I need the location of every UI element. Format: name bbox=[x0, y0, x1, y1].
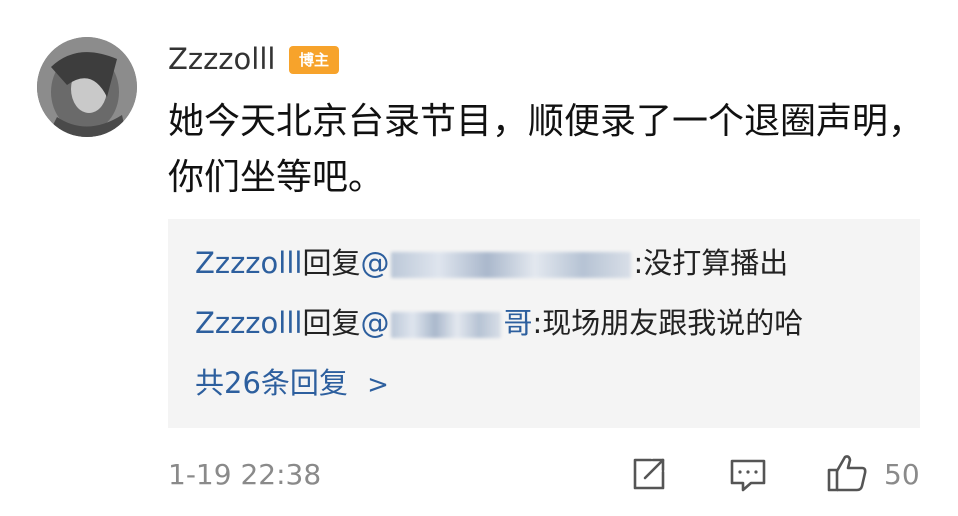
author-badge: 博主 bbox=[289, 46, 339, 74]
reply-text: :没打算播出 bbox=[633, 246, 789, 280]
comment-timestamp: 1-19 22:38 bbox=[168, 458, 322, 491]
reply-author[interactable]: Zzzzolll bbox=[195, 246, 302, 280]
reply-verb: 回复 bbox=[302, 246, 361, 280]
reply-mention-at[interactable]: @ bbox=[360, 306, 389, 340]
blurred-mention bbox=[391, 312, 502, 338]
like-count: 50 bbox=[884, 458, 920, 491]
reply-mention-at[interactable]: @ bbox=[360, 246, 389, 280]
reply-verb: 回复 bbox=[302, 306, 361, 340]
blurred-mention bbox=[391, 252, 632, 278]
comment-username[interactable]: Zzzzolll bbox=[168, 40, 275, 78]
reply-item[interactable]: Zzzzolll回复@ :没打算播出 bbox=[195, 241, 788, 285]
like-icon[interactable] bbox=[826, 453, 868, 497]
chevron-right-icon: > bbox=[367, 370, 389, 400]
comment-content: 她今天北京台录节目，顺便录了一个退圈声明，你们坐等吧。 bbox=[168, 101, 925, 198]
share-icon[interactable] bbox=[631, 456, 667, 496]
reply-mention-suffix[interactable]: 哥 bbox=[503, 306, 532, 340]
more-replies-link[interactable]: 共26条回复 > bbox=[195, 361, 389, 405]
reply-preview-box[interactable]: Zzzzolll回复@:没打算播出 Zzzzolll回复@ 哥:现场朋友跟我说的哈… bbox=[168, 219, 920, 428]
reply-author[interactable]: Zzzzolll bbox=[195, 306, 302, 340]
comment-icon[interactable] bbox=[729, 458, 767, 496]
avatar[interactable] bbox=[37, 37, 137, 137]
reply-item[interactable]: Zzzzolll回复@ 哥:现场朋友跟我说的哈 bbox=[195, 301, 803, 345]
more-replies-label: 共26条回复 bbox=[195, 366, 348, 400]
reply-text: :现场朋友跟我说的哈 bbox=[532, 306, 804, 340]
